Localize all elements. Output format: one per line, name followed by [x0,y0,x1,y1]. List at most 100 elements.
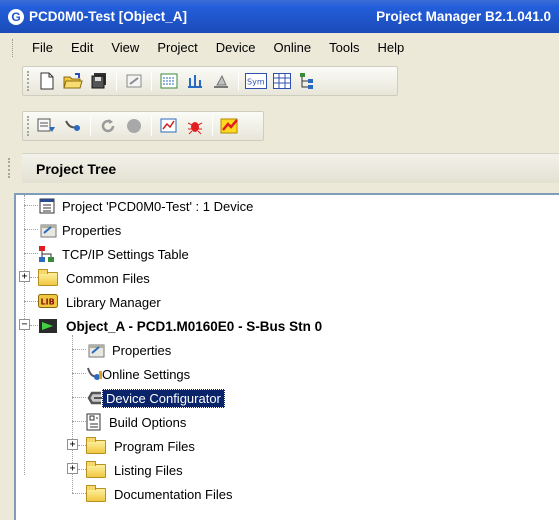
folder-icon [38,269,60,287]
configurator-icon[interactable] [218,114,242,138]
rebuild-icon[interactable] [183,69,207,93]
toolbar-separator [90,116,91,136]
tree-item-project[interactable]: Project 'PCD0M0-Test' : 1 Device [38,195,253,217]
collapse-button[interactable]: − [19,319,30,330]
menu-project[interactable]: Project [148,37,206,59]
toolbar-separator [212,116,213,136]
bug-icon[interactable] [183,114,207,138]
online-settings-icon [86,365,102,383]
tree-item-label: Common Files [66,270,150,286]
tree-item-label: Library Manager [66,294,161,310]
tree-icon[interactable] [296,69,320,93]
refresh-icon[interactable] [96,114,120,138]
online-settings-icon[interactable] [61,114,85,138]
tree-item-common-files[interactable]: Common Files [38,267,150,289]
tree-line [72,349,86,350]
new-file-icon[interactable] [35,69,59,93]
menu-help[interactable]: Help [368,37,413,59]
tree-line [72,493,86,494]
open-folder-icon[interactable] [61,69,85,93]
tree-item-label: TCP/IP Settings Table [62,246,189,262]
tree-line [72,397,86,398]
table-icon[interactable] [270,69,294,93]
expand-button[interactable]: + [19,271,30,282]
tree-item-label: Documentation Files [114,486,233,502]
tree-item-device-configurator[interactable]: Device Configurator [86,387,225,409]
device-icon [38,317,60,335]
tree-line [24,253,38,254]
menu-file[interactable]: File [23,37,62,59]
clean-icon[interactable] [209,69,233,93]
tree-item-online-settings[interactable]: Online Settings [86,363,190,385]
tree-line [72,373,86,374]
configurator-icon [86,389,102,407]
save-all-icon[interactable] [87,69,111,93]
toolbar-separator [151,71,152,91]
tree-item-label: Properties [62,222,122,238]
tree-item-label: Listing Files [114,462,183,478]
tree-line [72,421,86,422]
tree-item-tcpip-settings[interactable]: TCP/IP Settings Table [38,243,189,265]
library-icon: LIB [38,293,60,311]
tree-item-listing-files[interactable]: Listing Files [86,459,183,481]
menu-bar: File Edit View Project Device Online Too… [0,33,559,63]
toolbar-separator [116,71,117,91]
folder-icon [86,461,108,479]
tree-item-build-options[interactable]: Build Options [86,411,186,433]
app-version-title: Project Manager B2.1.041.0 [376,9,551,24]
online-toolbar [22,111,264,141]
properties-icon[interactable] [122,69,146,93]
build-options-icon [86,413,104,431]
symbols-icon[interactable]: Sym [244,69,268,93]
menu-edit[interactable]: Edit [62,37,102,59]
menu-view[interactable]: View [102,37,148,59]
folder-icon [86,485,108,503]
tree-item-device-properties[interactable]: Properties [86,339,171,361]
tree-item-label-selected: Device Configurator [102,388,225,408]
tree-line [24,195,25,475]
pane-header: Project Tree [22,153,559,183]
tree-item-project-properties[interactable]: Properties [38,219,121,241]
tree-line [78,469,86,470]
tree-item-label: Properties [112,342,172,358]
menu-tools[interactable]: Tools [320,37,368,59]
build-icon[interactable] [157,69,181,93]
tree-item-label: Online Settings [102,366,191,382]
expand-button[interactable]: + [67,463,78,474]
download-icon[interactable] [35,114,59,138]
expand-button[interactable]: + [67,439,78,450]
menu-online[interactable]: Online [265,37,321,59]
properties-icon [38,221,57,239]
tree-line [24,301,38,302]
svg-text:LIB: LIB [41,298,55,307]
svg-text:Sym: Sym [247,78,265,87]
tree-item-library-manager[interactable]: LIB Library Manager [38,291,161,313]
title-bar: G PCD0M0-Test [Object_A] Project Manager… [0,0,559,33]
properties-icon [86,341,106,359]
menu-device[interactable]: Device [207,37,265,59]
standard-toolbar: Sym [22,66,398,96]
tree-item-label: Build Options [109,414,187,430]
menu-grip[interactable] [12,39,15,57]
project-icon [38,197,56,215]
toolbar-grip[interactable] [27,71,30,91]
tree-item-program-files[interactable]: Program Files [86,435,195,457]
project-tree[interactable]: Project 'PCD0M0-Test' : 1 Device Propert… [14,193,559,520]
tree-item-documentation-files[interactable]: Documentation Files [86,483,233,505]
tree-item-label: Object_A - PCD1.M0160E0 - S-Bus Stn 0 [66,318,323,334]
debug-icon[interactable] [157,114,181,138]
stop-icon[interactable] [122,114,146,138]
pane-grip[interactable] [8,158,11,178]
tree-item-label: Project 'PCD0M0-Test' : 1 Device [62,198,254,214]
toolbar-grip[interactable] [27,116,30,136]
tree-line [24,205,38,206]
network-icon [38,245,56,263]
tree-line [24,229,38,230]
pane-title: Project Tree [36,160,117,177]
toolbar-separator [151,116,152,136]
tree-line [30,277,38,278]
tree-item-label: Program Files [114,438,195,454]
tree-item-device[interactable]: Object_A - PCD1.M0160E0 - S-Bus Stn 0 [38,315,322,337]
toolbar-separator [238,71,239,91]
folder-icon [86,437,108,455]
